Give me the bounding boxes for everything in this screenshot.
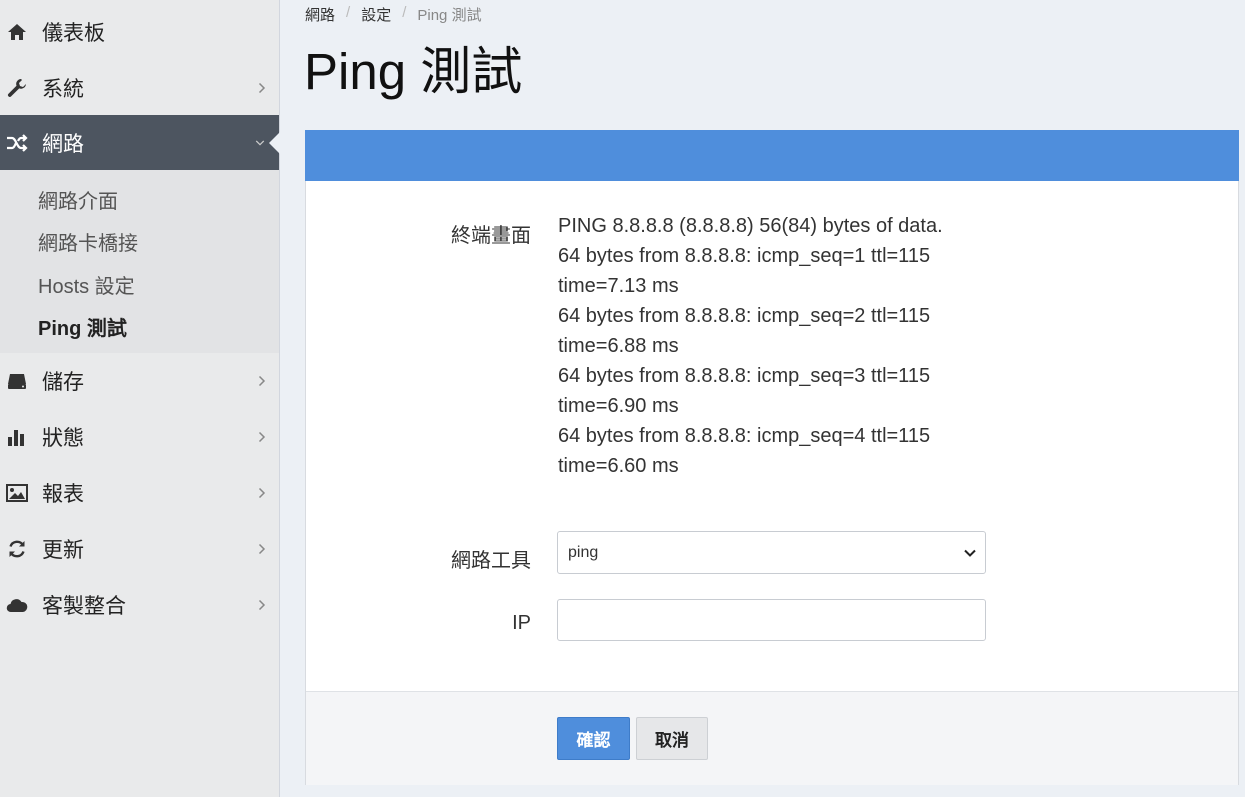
refresh-icon xyxy=(6,538,28,560)
ip-input[interactable] xyxy=(557,599,986,641)
terminal-label: 終端畫面 xyxy=(451,225,531,247)
bar-chart-icon xyxy=(6,426,28,448)
chevron-down-icon xyxy=(255,136,265,150)
breadcrumb-item-current: Ping 測試 xyxy=(417,7,482,24)
image-icon xyxy=(6,482,28,504)
sidebar-item-network[interactable]: 網路 xyxy=(0,115,280,170)
chevron-right-icon xyxy=(257,598,267,612)
sidebar-item-custom-integration[interactable]: 客製整合 xyxy=(0,577,279,633)
sidebar-item-status[interactable]: 狀態 xyxy=(0,409,279,465)
chevron-right-icon xyxy=(257,542,267,556)
chevron-right-icon xyxy=(257,374,267,388)
sidebar-item-label: 報表 xyxy=(42,483,84,506)
shuffle-icon xyxy=(6,132,28,154)
sidebar-item-label: 儀表板 xyxy=(42,22,105,45)
wrench-icon xyxy=(6,77,28,99)
breadcrumb-separator: / xyxy=(402,4,407,21)
sidebar-item-dashboard[interactable]: 儀表板 xyxy=(0,4,279,60)
ping-form-box: 終端畫面 PING 8.8.8.8 (8.8.8.8) 56(84) bytes… xyxy=(305,130,1239,785)
network-submenu: 網路介面 網路卡橋接 Hosts 設定 Ping 測試 xyxy=(0,170,279,353)
cloud-icon xyxy=(6,594,28,616)
sidebar-item-label: 儲存 xyxy=(42,371,84,394)
sidebar-item-reports[interactable]: 報表 xyxy=(0,465,279,521)
box-footer xyxy=(306,691,1238,785)
submenu-item-interfaces[interactable]: 網路介面 xyxy=(38,185,118,214)
breadcrumb-item-settings[interactable]: 設定 xyxy=(361,4,391,25)
sidebar: 儀表板 系統 網路 網路介面 網路卡橋接 Hosts 設定 Ping 測試 儲存 xyxy=(0,0,280,797)
sidebar-item-label: 狀態 xyxy=(42,427,84,450)
network-tool-selected-value: ping xyxy=(568,543,599,561)
ip-label: IP xyxy=(512,612,531,634)
submenu-item-ping[interactable]: Ping 測試 xyxy=(38,312,127,341)
sidebar-item-label: 更新 xyxy=(42,539,84,562)
hdd-icon xyxy=(6,370,28,392)
sidebar-item-update[interactable]: 更新 xyxy=(0,521,279,577)
sidebar-item-label: 網路 xyxy=(42,132,84,156)
terminal-output: PING 8.8.8.8 (8.8.8.8) 56(84) bytes of d… xyxy=(558,215,943,477)
network-tool-select[interactable]: ping xyxy=(557,531,986,574)
confirm-button[interactable]: 確認 xyxy=(557,717,630,760)
chevron-right-icon xyxy=(257,486,267,500)
sidebar-item-label: 客製整合 xyxy=(42,595,126,618)
chevron-right-icon xyxy=(257,430,267,444)
cancel-button[interactable]: 取消 xyxy=(636,717,708,760)
page-title: Ping 測試 xyxy=(304,43,523,100)
submenu-item-hosts[interactable]: Hosts 設定 xyxy=(38,270,135,299)
breadcrumb-separator: / xyxy=(346,4,351,21)
box-header xyxy=(305,130,1239,181)
submenu-item-bridge[interactable]: 網路卡橋接 xyxy=(38,227,138,256)
sidebar-item-system[interactable]: 系統 xyxy=(0,60,279,116)
breadcrumb-item-network[interactable]: 網路 xyxy=(305,4,335,25)
sidebar-item-label: 系統 xyxy=(42,78,84,101)
chevron-right-icon xyxy=(257,81,267,95)
network-tool-label: 網路工具 xyxy=(451,550,531,572)
breadcrumb: 網路 / 設定 / Ping 測試 xyxy=(305,4,482,25)
chevron-down-icon xyxy=(963,546,977,560)
home-icon xyxy=(6,21,28,43)
sidebar-item-storage[interactable]: 儲存 xyxy=(0,353,279,409)
